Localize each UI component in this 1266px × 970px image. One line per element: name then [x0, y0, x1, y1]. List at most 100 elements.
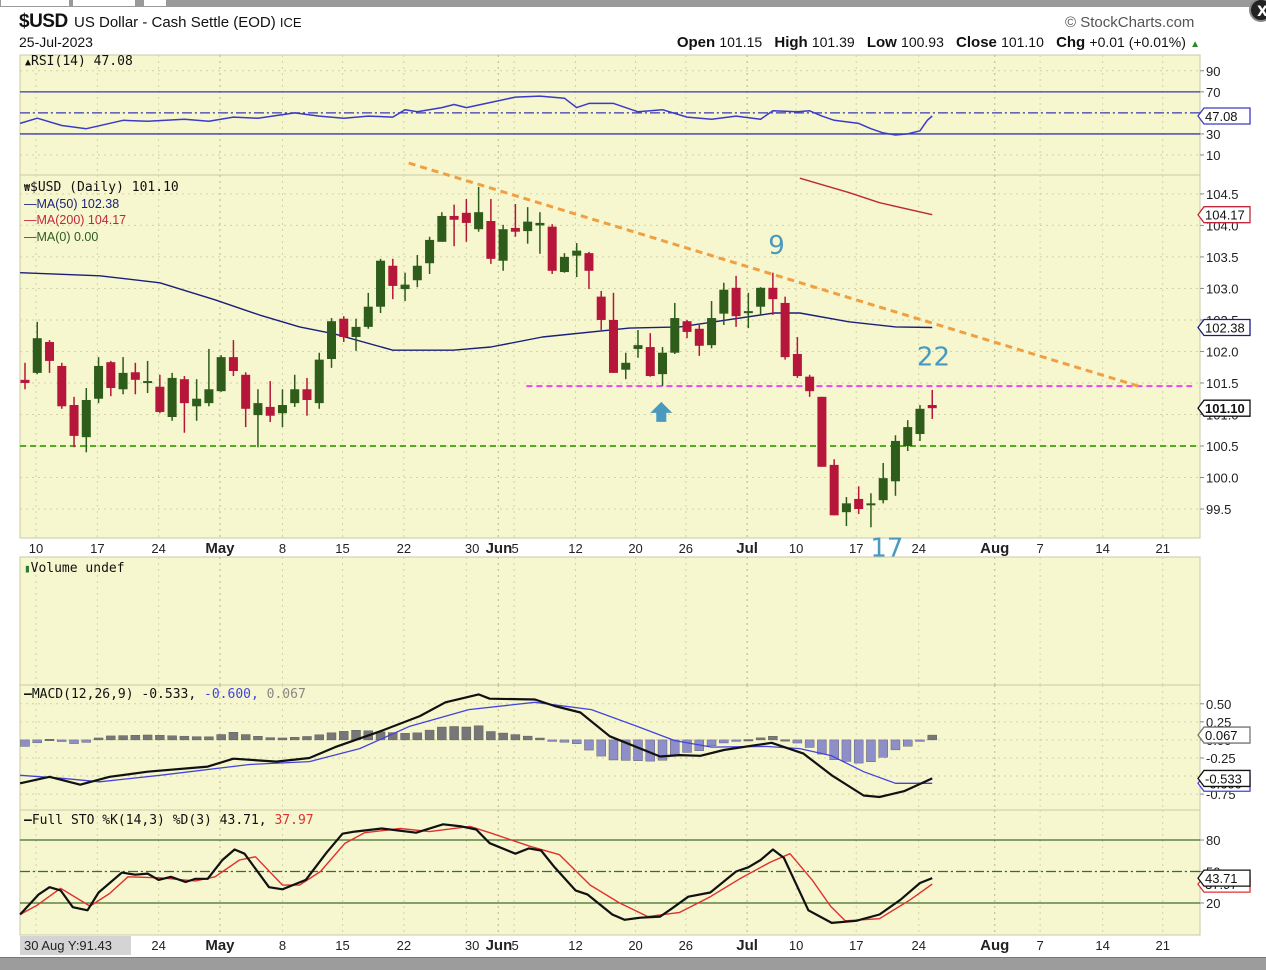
y-axis-tick-label: 103.0 [1206, 281, 1239, 296]
x-axis-tick-label: 14 [1095, 541, 1109, 556]
candle-up [878, 478, 888, 501]
candle-up [425, 239, 435, 264]
candle-up [118, 372, 128, 390]
x-axis-tick-label: Jul [736, 540, 758, 557]
x-axis-tick-label: 7 [1037, 938, 1044, 953]
candle-up [351, 326, 361, 337]
y-axis-tick-label: 103.5 [1206, 250, 1239, 265]
candle-up [327, 321, 336, 360]
candle-up [167, 377, 177, 417]
candle-down [302, 389, 312, 400]
candle-down [57, 365, 67, 407]
axis-value-tag-label: -0.533 [1205, 771, 1242, 786]
macd-histogram-bar [130, 735, 141, 741]
y-axis-tick-label: 100.5 [1206, 439, 1239, 454]
candle-down [179, 379, 189, 404]
macd-histogram-bar [584, 739, 594, 751]
candle-down [449, 215, 459, 220]
y-axis-tick-label: -0.25 [1206, 751, 1236, 766]
candle-up [290, 389, 300, 404]
candle-down [829, 464, 839, 516]
wave-count-annotation: 17 [870, 533, 903, 563]
candle-up [94, 365, 104, 399]
macd-histogram-bar [179, 735, 190, 741]
y-axis-tick-label: 102.0 [1206, 344, 1239, 359]
x-axis-tick-label: 12 [568, 541, 582, 556]
macd-histogram-bar [57, 739, 67, 742]
volume-legend: ▮Volume undef [24, 561, 125, 576]
x-axis-tick-label: Jul [736, 937, 758, 954]
candle-up [314, 359, 324, 404]
sto-legend-text: Full STO %K(14,3) %D(3) 43.71, [31, 813, 267, 828]
x-axis-tick-label: Jun [486, 937, 513, 954]
x-axis-tick-label: 7 [1037, 541, 1044, 556]
macd-legend: –MACD(12,26,9) -0.533, -0.600, 0.067 [24, 687, 306, 702]
candle-down [596, 296, 606, 320]
candle-down [265, 406, 275, 416]
candle-up [498, 229, 508, 261]
candle-up [437, 215, 447, 242]
macd-histogram-bar [155, 735, 165, 741]
price-legend-text: $USD (Daily) 101.10 [30, 180, 179, 195]
candle-up [253, 403, 263, 416]
candle-up [866, 503, 876, 506]
pane-rsi [19, 54, 1201, 176]
macd-histogram-bar [915, 739, 925, 742]
macd-histogram-bar [265, 737, 275, 741]
candle-down [155, 386, 165, 412]
y-axis-tick-label: 99.5 [1206, 502, 1231, 517]
macd-histogram-bar [20, 739, 30, 747]
ma0-legend: —MA(0) 0.00 [24, 230, 99, 244]
candle-up [204, 389, 214, 404]
x-axis-tick-label: 5 [512, 541, 519, 556]
macd-histogram-bar [339, 731, 349, 741]
ma0-legend-text: MA(0) 0.00 [36, 230, 99, 244]
macd-histogram-bar [228, 732, 239, 741]
macd-signal-value: -0.600, [204, 687, 259, 702]
macd-line-icon: – [24, 687, 32, 702]
macd-histogram-bar [670, 739, 680, 755]
y-axis-tick-label: 104.5 [1206, 187, 1239, 202]
x-axis-tick-label: 20 [628, 938, 642, 953]
candle-down [45, 342, 55, 361]
macd-histogram-bar [93, 737, 104, 741]
candle-down [694, 328, 704, 346]
candle-up [670, 318, 680, 353]
candle-down [584, 253, 594, 271]
macd-histogram-bar [412, 732, 423, 741]
ma50-legend-text: MA(50) 102.38 [36, 197, 120, 211]
macd-histogram-bar [191, 736, 202, 741]
x-axis-tick-label: 26 [679, 541, 693, 556]
x-axis-tick-label: May [205, 937, 235, 954]
candle-down [228, 357, 238, 371]
x-axis-tick-label: 8 [279, 541, 286, 556]
macd-histogram-bar [755, 737, 766, 741]
candle-up [890, 440, 900, 482]
candle-up [572, 250, 582, 256]
wave-count-annotation: 9 [768, 231, 785, 261]
candle-down [510, 227, 520, 232]
macd-histogram-bar [486, 731, 496, 741]
macd-histogram-bar [804, 739, 815, 748]
macd-histogram-bar [866, 739, 876, 762]
x-axis-tick-label: 15 [335, 938, 349, 953]
candle-up [633, 345, 643, 349]
candle-up [474, 212, 484, 230]
candle-up [277, 405, 287, 414]
candle-up [743, 311, 753, 314]
volume-bars-icon: ▮ [24, 562, 31, 575]
x-axis-tick-label: 26 [679, 938, 693, 953]
x-axis-tick-label: 8 [279, 938, 286, 953]
candle-down [927, 405, 937, 409]
x-axis-tick-label: Jun [486, 540, 513, 557]
y-axis-tick-label: 70 [1206, 85, 1220, 100]
axis-value-tag-label: 101.10 [1205, 401, 1245, 416]
candle-up [400, 284, 410, 290]
candle-down [817, 396, 827, 467]
cursor-readout: 30 Aug Y:91.43 [20, 936, 131, 955]
candle-up [707, 318, 717, 346]
macd-histogram-bar [927, 734, 937, 741]
candle-up [903, 427, 913, 446]
macd-histogram-bar [743, 739, 754, 742]
candle-down [20, 379, 30, 383]
